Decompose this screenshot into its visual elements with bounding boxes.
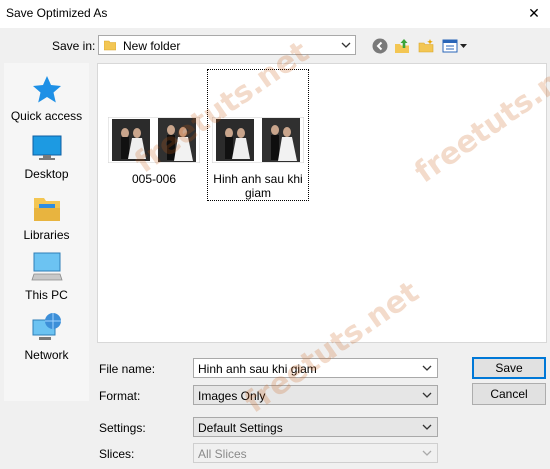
- settings-label: Settings:: [99, 421, 146, 435]
- star-icon: [32, 76, 61, 103]
- desktop-icon: [32, 135, 61, 160]
- folder-icon: [104, 40, 116, 51]
- settings-dropdown[interactable]: Default Settings: [193, 417, 438, 437]
- place-desktop[interactable]: Desktop: [4, 135, 89, 181]
- chevron-down-icon: [422, 450, 432, 456]
- slices-value: All Slices: [198, 447, 247, 461]
- network-icon: [32, 313, 61, 340]
- place-network[interactable]: Network: [4, 312, 89, 362]
- computer-icon: [30, 252, 63, 281]
- chevron-down-icon: [422, 424, 432, 430]
- chevron-down-icon: [422, 392, 432, 398]
- place-label: This PC: [25, 288, 68, 302]
- save-in-label: Save in:: [52, 39, 96, 53]
- close-icon: ✕: [528, 4, 540, 21]
- up-folder-icon[interactable]: [394, 38, 410, 54]
- format-label: Format:: [99, 389, 141, 403]
- place-label: Network: [24, 348, 69, 362]
- chevron-down-icon: [422, 365, 432, 371]
- place-label: Quick access: [10, 109, 83, 123]
- file-name-label: Hinh anh sau khi giam: [213, 172, 303, 200]
- back-icon[interactable]: [372, 38, 388, 54]
- place-label: Desktop: [24, 167, 69, 181]
- slices-dropdown: All Slices: [193, 443, 438, 463]
- place-quick-access[interactable]: Quick access: [4, 75, 89, 123]
- save-in-dropdown[interactable]: New folder: [98, 35, 356, 55]
- cancel-button[interactable]: Cancel: [472, 383, 546, 405]
- place-label: Libraries: [23, 228, 70, 242]
- format-dropdown[interactable]: Images Only: [193, 385, 438, 405]
- save-button[interactable]: Save: [472, 357, 546, 379]
- new-folder-icon[interactable]: [418, 38, 434, 54]
- chevron-down-icon: [341, 42, 351, 48]
- file-list[interactable]: 005-006 Hinh anh sau khi giam: [97, 63, 547, 343]
- save-in-value: New folder: [123, 39, 181, 53]
- window-title: Save Optimized As: [6, 6, 108, 20]
- slices-label: Slices:: [99, 447, 135, 461]
- places-bar: Quick access Desktop Libraries This PC N…: [4, 63, 89, 401]
- libraries-icon: [33, 198, 60, 221]
- place-libraries[interactable]: Libraries: [4, 194, 89, 242]
- view-menu-icon[interactable]: [442, 38, 468, 54]
- file-name-label: File name:: [99, 362, 156, 376]
- close-button[interactable]: ✕: [522, 3, 546, 23]
- settings-value: Default Settings: [198, 421, 283, 435]
- place-this-pc[interactable]: This PC: [4, 252, 89, 302]
